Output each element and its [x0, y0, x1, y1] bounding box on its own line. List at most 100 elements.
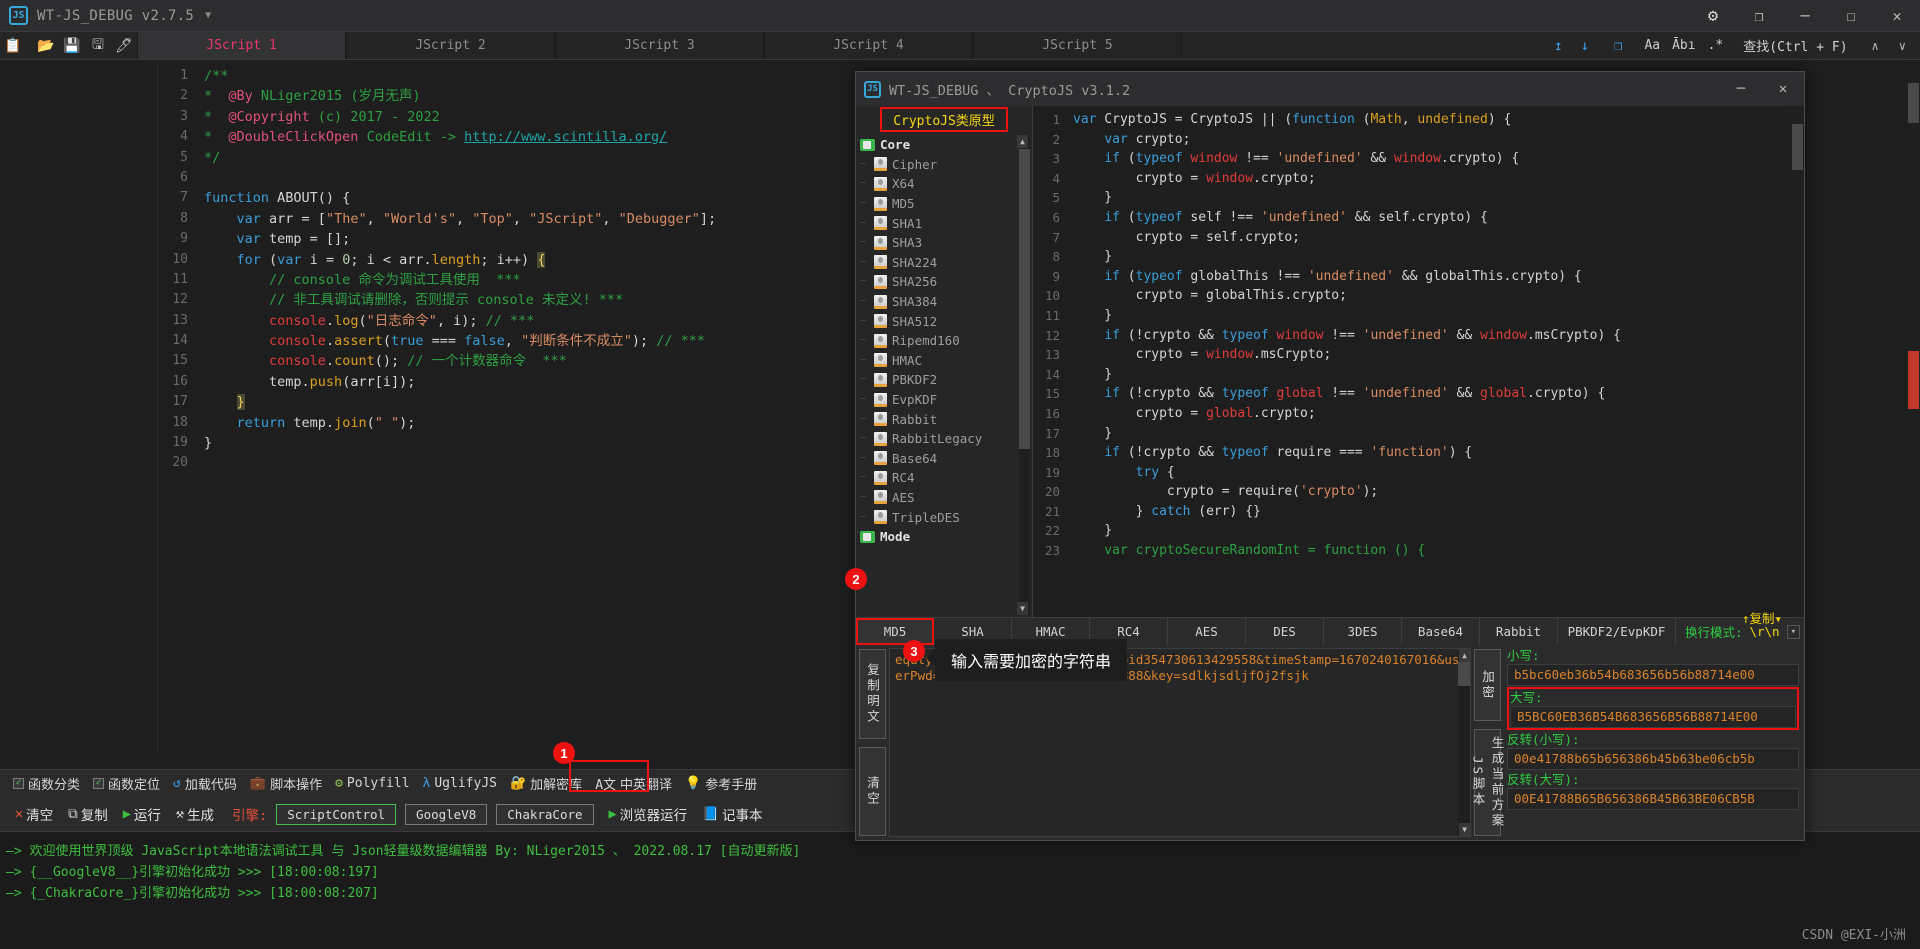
settings-button[interactable]: ⚙	[1690, 0, 1736, 32]
algorithm-tab-des[interactable]: DES	[1246, 618, 1324, 645]
func-locate-checkbox[interactable]: ✓ 函数定位	[93, 774, 160, 793]
plaintext-scrollbar-thumb[interactable]	[1458, 662, 1470, 686]
maximize-button[interactable]: ☐	[1828, 0, 1874, 32]
algorithm-tab-aes[interactable]: AES	[1168, 618, 1246, 645]
tree-node[interactable]: ┈ Ripemd160	[856, 331, 1032, 351]
tree-node[interactable]: ┈ TripleDES	[856, 507, 1032, 527]
tab-4[interactable]: JScript 4	[764, 32, 973, 59]
engine-googlev8[interactable]: GoogleV8	[405, 803, 488, 825]
copy-button[interactable]: ⧉ 复制	[68, 804, 108, 824]
cryptojs-code-pane[interactable]: 1 2 3 4 5 6 7 8 9 10 11 12 13 14 15 16 17 18 19 20 21 22 23 va…	[1033, 106, 1804, 617]
line-number: 20	[1044, 484, 1060, 500]
tree-node[interactable]: ┈ EvpKDF	[856, 390, 1032, 410]
close-button[interactable]: ✕	[1874, 0, 1920, 32]
result-reverse-uppercase-value[interactable]: 00E41788B65B656386B45B63BE06CB5B	[1507, 788, 1799, 810]
checkbox-icon[interactable]: ✓	[13, 778, 24, 789]
cryptojs-code-scrollbar[interactable]	[1791, 106, 1804, 617]
chevron-down-icon[interactable]: ▼	[205, 10, 211, 21]
tree-node[interactable]: ┈ SHA384	[856, 292, 1032, 312]
match-case-icon[interactable]: Aa	[1638, 38, 1666, 53]
tab-5[interactable]: JScript 5	[973, 32, 1182, 59]
clear-button[interactable]: ✕ 清空	[15, 804, 53, 824]
algorithm-tab-base64[interactable]: Base64	[1402, 618, 1480, 645]
tree-node[interactable]: ┈ MD5	[856, 194, 1032, 214]
find-label[interactable]: 查找(Ctrl + F)	[1729, 36, 1861, 55]
load-code-button[interactable]: ↺ 加载代码	[173, 774, 237, 793]
class-tree-list[interactable]: Core ┈ Cipher ┈ X64 ┈ MD5 ┈ SHA1 ┈ SHA3 ┈ SHA224 ┈ SHA…	[856, 133, 1032, 617]
result-reverse-lowercase-value[interactable]: 00e41788b65b656386b45b63be06cb5b	[1507, 748, 1799, 770]
scroll-down-arrow-icon[interactable]: ▼	[1017, 602, 1028, 615]
checkbox-icon[interactable]: ✓	[93, 778, 105, 789]
tree-node[interactable]: Mode	[856, 527, 1032, 547]
crypto-close-button[interactable]: ✕	[1762, 72, 1804, 106]
tree-node[interactable]: ┈ SHA224	[856, 253, 1032, 273]
crypto-minimize-button[interactable]: ─	[1720, 72, 1762, 106]
engine-scriptcontrol[interactable]: ScriptControl	[276, 803, 397, 825]
regex-icon[interactable]: .*	[1702, 38, 1730, 53]
tab-2[interactable]: JScript 2	[346, 32, 555, 59]
func-classify-checkbox[interactable]: ✓ 函数分类	[13, 774, 80, 793]
tree-node[interactable]: ┈ SHA3	[856, 233, 1032, 253]
tab-1[interactable]: JScript 1	[137, 32, 346, 59]
plaintext-scrollbar[interactable]: ▲ ▼	[1458, 649, 1470, 836]
tree-node[interactable]: ┈ RabbitLegacy	[856, 429, 1032, 449]
whole-word-icon[interactable]: Ābı	[1666, 38, 1701, 53]
algorithm-tab-pbkdf2-evpkdf[interactable]: PBKDF2/EvpKDF	[1558, 618, 1676, 645]
tree-node[interactable]: ┈ Rabbit	[856, 409, 1032, 429]
clipboard-icon[interactable]: 📋	[0, 38, 26, 54]
tree-node[interactable]: ┈ HMAC	[856, 351, 1032, 371]
run-button[interactable]: ▶ 运行	[123, 804, 161, 824]
tree-node[interactable]: ┈ RC4	[856, 468, 1032, 488]
cryptojs-code-scrollbar-thumb[interactable]	[1792, 124, 1803, 170]
clear-input-button[interactable]: 清空	[859, 746, 886, 836]
algorithm-tab-rabbit[interactable]: Rabbit	[1480, 618, 1558, 645]
editor-scrollbar[interactable]	[1906, 61, 1920, 753]
script-operation-button[interactable]: 💼 脚本操作	[250, 774, 322, 793]
copy-note-label[interactable]: ↑复制▾	[1742, 608, 1782, 627]
tree-node[interactable]: ┈ SHA512	[856, 311, 1032, 331]
compare-icon[interactable]: ❐	[1605, 38, 1631, 54]
polyfill-button[interactable]: ⚙ Polyfill	[335, 776, 409, 791]
tree-node[interactable]: Core	[856, 135, 1032, 155]
editor-scrollbar-thumb[interactable]	[1908, 83, 1919, 123]
tab-3[interactable]: JScript 3	[555, 32, 764, 59]
algorithm-tab-md5[interactable]: MD5	[856, 618, 934, 645]
tree-node[interactable]: ┈ Cipher	[856, 155, 1032, 175]
scroll-up-arrow-icon[interactable]: ▲	[1017, 135, 1028, 148]
copy-plaintext-button[interactable]: 复制明文	[859, 649, 886, 739]
tree-node[interactable]: ┈ SHA1	[856, 213, 1032, 233]
chevron-down-icon[interactable]: ▾	[1786, 624, 1800, 639]
generate-js-script-button[interactable]: 生成当前方案JS脚本	[1471, 729, 1505, 836]
scroll-down-arrow-icon[interactable]: ▼	[1459, 823, 1470, 836]
scroll-top-icon[interactable]: ↥	[1545, 38, 1571, 54]
save-icon[interactable]: 💾	[59, 38, 85, 54]
tree-node[interactable]: ┈ Base64	[856, 449, 1032, 469]
algorithm-tab-3des[interactable]: 3DES	[1324, 618, 1402, 645]
notepad-button[interactable]: 📘 记事本	[702, 804, 762, 824]
find-prev-icon[interactable]: ∧	[1862, 39, 1889, 53]
window-layout-button[interactable]: ❐	[1736, 0, 1782, 32]
browser-run-button[interactable]: ▶ 浏览器运行	[609, 804, 688, 824]
uglifyjs-button[interactable]: λ UglifyJS	[423, 776, 497, 791]
result-uppercase-value[interactable]: B5BC60EB36B54B683656B56B88714E00	[1510, 706, 1796, 728]
tree-node[interactable]: ┈ SHA256	[856, 272, 1032, 292]
minimize-button[interactable]: ─	[1782, 0, 1828, 32]
reference-manual-button[interactable]: 💡 参考手册	[685, 774, 757, 793]
scroll-bottom-icon[interactable]: ↓	[1572, 38, 1598, 54]
cryptojs-window[interactable]: JS WT-JS_DEBUG 、 CryptoJS v3.1.2 ─ ✕ Cryp…	[855, 71, 1805, 841]
find-next-icon[interactable]: ∨	[1889, 39, 1916, 53]
save-as-icon[interactable]: 🖫	[85, 34, 111, 58]
encrypt-button[interactable]: 加密	[1474, 649, 1501, 721]
scroll-up-arrow-icon[interactable]: ▲	[1459, 649, 1470, 662]
generate-button[interactable]: ⚒ 生成	[176, 804, 214, 824]
tree-node[interactable]: ┈ AES	[856, 488, 1032, 508]
result-lowercase-value[interactable]: b5bc60eb36b54b683656b56b88714e00	[1507, 664, 1799, 686]
open-folder-icon[interactable]: 📂	[33, 38, 59, 54]
cryptojs-code-text[interactable]: var CryptoJS = CryptoJS || (function (Ma…	[1065, 106, 1791, 617]
output-console[interactable]: —> 欢迎使用世界顶级 JavaScript本地语法调试工具 与 Json轻量级…	[0, 831, 1920, 949]
tree-node[interactable]: ┈ PBKDF2	[856, 370, 1032, 390]
export-icon[interactable]: 🖊	[111, 38, 137, 54]
engine-chakracore[interactable]: ChakraCore	[496, 803, 594, 825]
tree-scrollbar-thumb[interactable]	[1019, 149, 1030, 449]
tree-node[interactable]: ┈ X64	[856, 174, 1032, 194]
